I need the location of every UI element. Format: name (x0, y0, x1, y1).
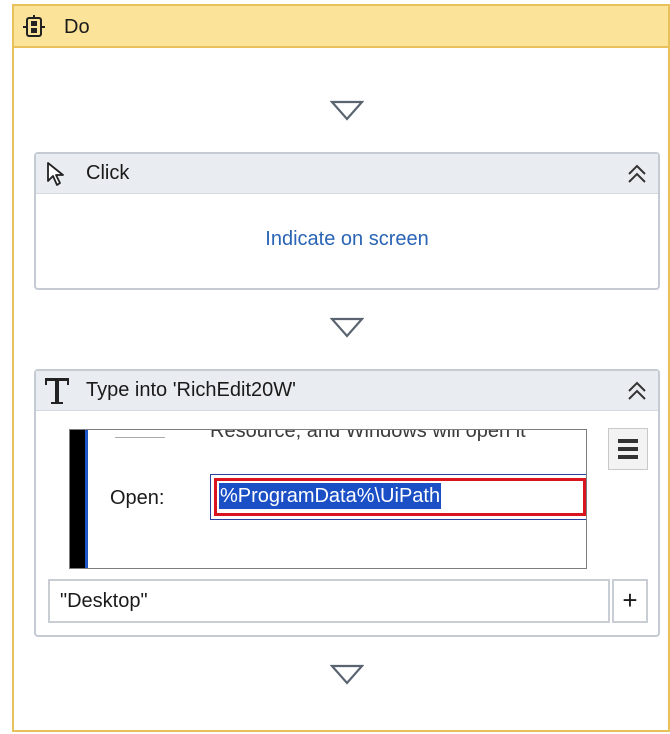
do-container: Do Click Indicate on screen Type into 'R… (12, 4, 670, 732)
click-activity-title: Click (86, 162, 130, 184)
sequence-gear-icon (22, 15, 46, 39)
type-into-activity[interactable]: Type into 'RichEdit20W' Resource, and Wi… (34, 369, 660, 637)
type-text-T-icon (42, 375, 72, 407)
double-chevron-up-icon[interactable] (626, 163, 648, 185)
double-chevron-up-icon[interactable] (626, 380, 648, 402)
type-into-activity-title: Type into 'RichEdit20W' (86, 379, 296, 401)
drop-arrow-down-icon[interactable] (330, 664, 364, 686)
add-expression-button[interactable]: + (612, 579, 648, 623)
do-header[interactable]: Do (14, 6, 668, 48)
open-field-value: %ProgramData%\UiPath (219, 483, 442, 509)
click-activity[interactable]: Click Indicate on screen (34, 152, 660, 290)
drop-arrow-down-icon[interactable] (330, 100, 364, 122)
do-title: Do (64, 16, 90, 38)
drop-arrow-down-icon[interactable] (330, 317, 364, 339)
options-menu-button[interactable] (608, 428, 648, 470)
click-activity-header[interactable]: Click (36, 154, 658, 194)
target-screenshot-preview[interactable]: Resource, and Windows will open it Open:… (69, 429, 587, 569)
preview-cut-text: Resource, and Windows will open it (210, 429, 526, 442)
open-label: Open: (110, 487, 165, 509)
text-input-field[interactable]: "Desktop" (48, 579, 610, 623)
preview-dark-edge (70, 430, 85, 568)
preview-blue-edge (85, 430, 88, 568)
open-field-target-box: %ProgramData%\UiPath (214, 478, 586, 516)
cursor-pointer-icon (44, 161, 68, 186)
preview-cut-icon-box (115, 430, 165, 438)
type-into-activity-header[interactable]: Type into 'RichEdit20W' (36, 371, 658, 411)
open-field-highlight: %ProgramData%\UiPath (210, 474, 586, 520)
indicate-on-screen-link[interactable]: Indicate on screen (36, 228, 658, 251)
